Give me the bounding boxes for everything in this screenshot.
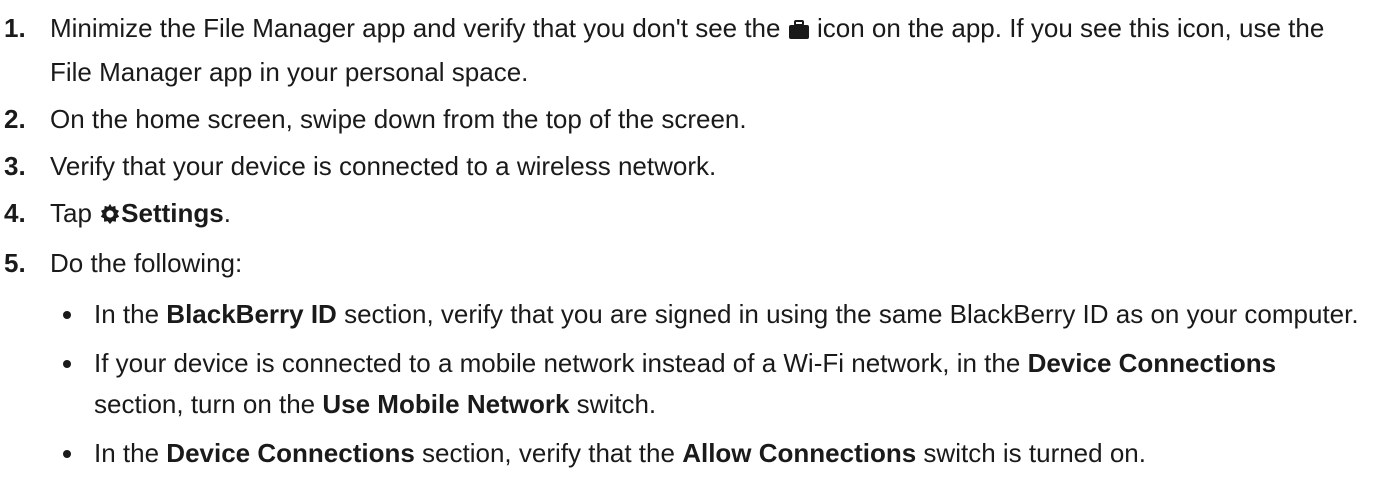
step-item: 3. Verify that your device is connected … <box>4 146 1364 187</box>
bullet-text: In the <box>94 299 160 329</box>
bold-term: Allow Connections <box>682 438 917 468</box>
bullet-text: switch. <box>576 389 657 419</box>
bold-term: Use Mobile Network <box>322 389 570 419</box>
step-number: 1. <box>4 13 26 43</box>
step-text: Verify that your device is connected to … <box>50 151 717 181</box>
briefcase-icon <box>788 11 810 52</box>
step-text: On the home screen, swipe down from the … <box>50 104 747 134</box>
step-text: Minimize the File Manager app and verify… <box>50 13 781 43</box>
bullet-text: If your device is connected to a mobile … <box>94 348 1021 378</box>
step-number: 3. <box>4 151 26 181</box>
bullet-text: In the <box>94 438 160 468</box>
step-item: 1. Minimize the File Manager app and ver… <box>4 8 1364 93</box>
step-text: Do the following: <box>50 248 243 278</box>
bold-term: Device Connections <box>1027 348 1277 378</box>
bullet-item: If your device is connected to a mobile … <box>50 343 1364 425</box>
bullet-text: section, verify that you are signed in u… <box>344 299 1359 329</box>
bold-term: BlackBerry ID <box>166 299 337 329</box>
step-number: 5. <box>4 248 26 278</box>
step-item: 4. Tap Settings. <box>4 193 1364 237</box>
step-item: 5. Do the following: In the BlackBerry I… <box>4 243 1364 474</box>
bullet-text: switch is turned on. <box>923 438 1146 468</box>
bullet-text: section, turn on the <box>94 389 316 419</box>
bullet-text: section, verify that the <box>422 438 675 468</box>
gear-icon <box>99 196 121 237</box>
instructions-page: 1. Minimize the File Manager app and ver… <box>0 0 1377 504</box>
step-item: 2. On the home screen, swipe down from t… <box>4 99 1364 140</box>
settings-label: Settings <box>121 198 224 228</box>
step-text: . <box>223 198 231 228</box>
step-number: 2. <box>4 104 26 134</box>
bold-term: Device Connections <box>166 438 415 468</box>
sub-steps-list: In the BlackBerry ID section, verify tha… <box>50 294 1364 474</box>
step-number: 4. <box>4 198 26 228</box>
steps-list: 1. Minimize the File Manager app and ver… <box>4 8 1364 482</box>
step-text: Tap <box>50 198 92 228</box>
bullet-item: In the BlackBerry ID section, verify tha… <box>50 294 1364 335</box>
bullet-item: In the Device Connections section, verif… <box>50 433 1364 474</box>
